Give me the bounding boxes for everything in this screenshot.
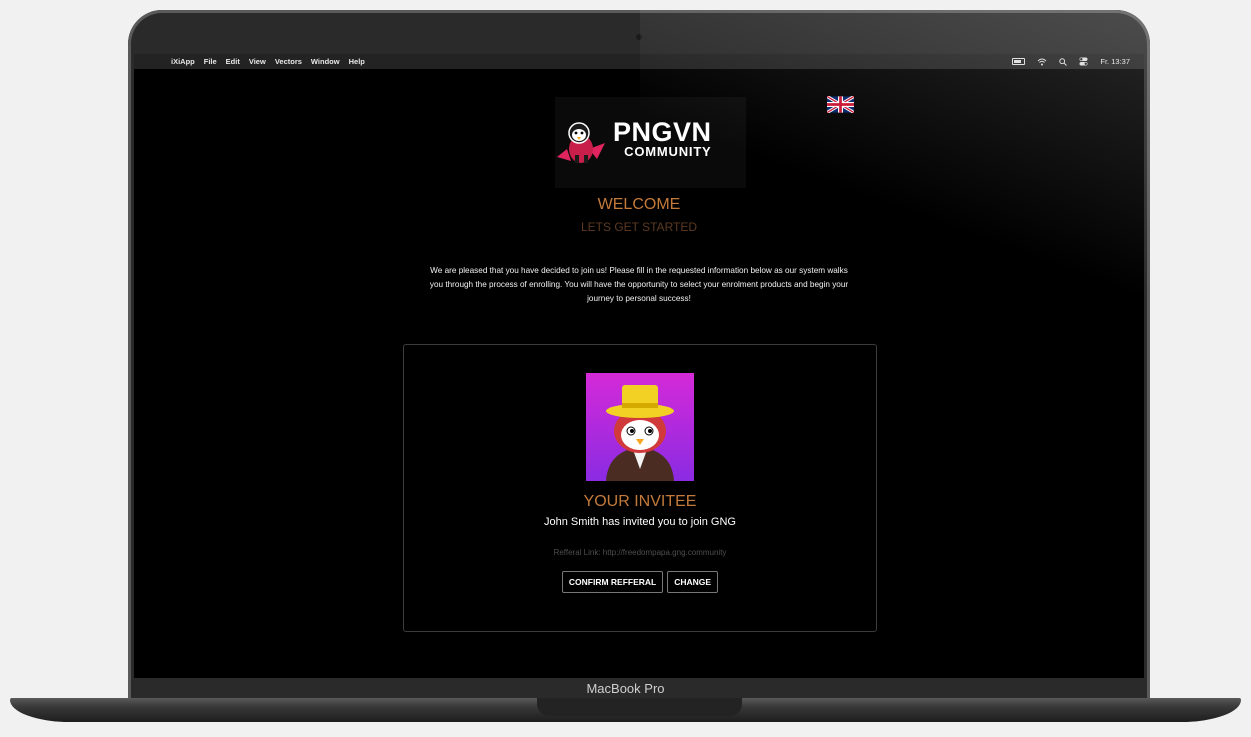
confirm-referral-button[interactable]: CONFIRM REFFERAL [561,571,664,593]
change-button[interactable]: CHANGE [667,571,719,593]
menu-edit[interactable]: Edit [226,57,240,66]
logo-title: PNGVN [613,117,712,147]
menu-bar: iXiApp File Edit View Vectors Window Hel… [134,54,1144,69]
logo-subtitle: COMMUNITY [624,144,712,159]
laptop-notch [537,698,742,716]
menu-vectors[interactable]: Vectors [275,57,302,66]
battery-icon[interactable] [1012,58,1026,65]
intro-line: We are pleased that you have decided to … [430,266,848,275]
intro-line: you through the process of enrolling. Yo… [429,280,849,289]
referral-link[interactable]: Refferal Link: http://freedompapa.gng.co… [404,548,876,557]
menu-view[interactable]: View [249,57,266,66]
uk-flag-icon[interactable] [827,96,854,113]
menu-app-name[interactable]: iXiApp [171,57,195,66]
menu-clock[interactable]: Fr. 13:37 [1100,57,1130,66]
control-center-icon[interactable] [1079,57,1088,66]
camera-icon [636,34,642,40]
logo: PNGVN COMMUNITY [555,97,746,188]
menu-window[interactable]: Window [311,57,340,66]
search-icon[interactable] [1059,57,1068,66]
intro-line: journey to personal success! [587,294,691,303]
wifi-icon[interactable] [1037,58,1047,66]
menu-help[interactable]: Help [349,57,365,66]
welcome-subtitle: LETS GET STARTED [580,220,698,234]
welcome-title: WELCOME [597,196,681,213]
device-label: MacBook Pro [586,681,665,696]
screen: iXiApp File Edit View Vectors Window Hel… [134,54,1144,678]
invitee-avatar [586,373,694,481]
menu-file[interactable]: File [204,57,217,66]
invitee-message: John Smith has invited you to join GNG [544,516,736,528]
invitee-title: YOUR INVITEE [583,493,697,510]
penguin-avatar-icon [606,385,674,481]
intro-paragraph: We are pleased that you have decided to … [379,264,899,306]
invitee-card: YOUR INVITEE John Smith has invited you … [403,344,877,632]
penguin-mascot-icon [557,122,605,163]
